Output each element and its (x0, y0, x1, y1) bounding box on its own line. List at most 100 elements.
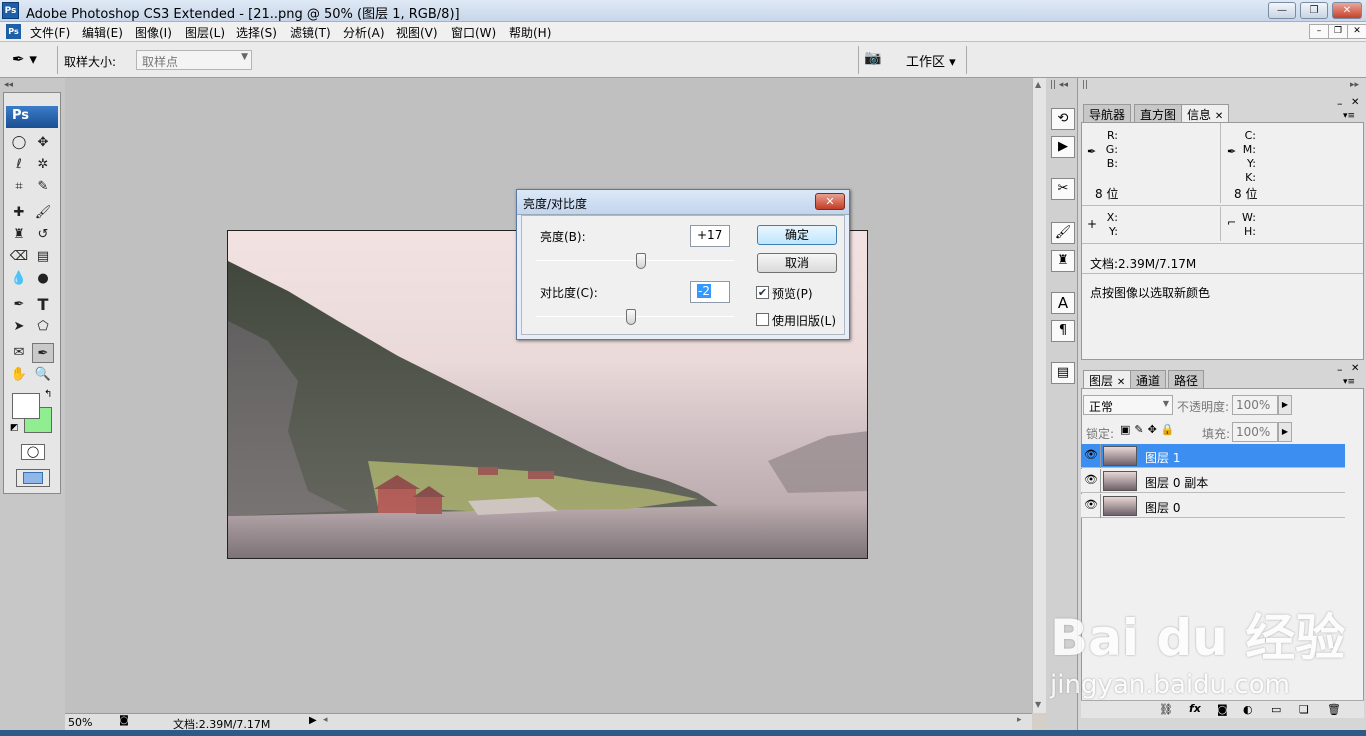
menu-layer[interactable]: 图层(L) (185, 24, 225, 41)
scroll-right-icon[interactable]: ▸ (1017, 715, 1022, 725)
history-panel-icon[interactable]: ⟲ (1051, 108, 1075, 130)
brush-tool-icon[interactable]: 🖌 (32, 203, 54, 223)
path-selection-tool-icon[interactable]: ➤ (8, 317, 30, 337)
fill-slider-arrow-icon[interactable]: ▶ (1278, 422, 1292, 442)
blend-mode-select[interactable]: 正常 ▼ (1083, 395, 1173, 415)
type-tool-icon[interactable]: T (32, 295, 54, 315)
lasso-tool-icon[interactable]: ℓ (8, 155, 30, 175)
history-brush-tool-icon[interactable]: ↺ (32, 225, 54, 245)
healing-brush-tool-icon[interactable]: ✚ (8, 203, 30, 223)
visibility-eye-icon[interactable]: 👁 (1084, 449, 1098, 461)
menu-edit[interactable]: 编辑(E) (82, 24, 123, 41)
doc-close-button[interactable]: ✕ (1347, 24, 1366, 39)
notes-tool-icon[interactable]: ✉ (8, 343, 30, 363)
eyedropper-tool-preset-icon[interactable]: ✒ ▾ (12, 50, 52, 70)
panel-menu-icon[interactable]: ▾≡ (1343, 111, 1355, 121)
doc-restore-button[interactable]: ❐ (1328, 24, 1348, 39)
panel-minimize-icon[interactable]: – (1337, 363, 1343, 376)
blur-tool-icon[interactable]: 💧 (8, 269, 30, 289)
minimize-button[interactable]: — (1268, 2, 1296, 19)
tab-histogram[interactable]: 直方图 (1134, 104, 1183, 122)
lock-options-icons[interactable]: ▣✎✥🔒 (1120, 423, 1179, 436)
layer-row[interactable]: 👁 图层 0 副本 (1081, 469, 1345, 493)
layer-row[interactable]: 👁 图层 0 (1081, 494, 1345, 518)
dialog-close-button[interactable]: ✕ (815, 193, 845, 210)
close-button[interactable]: ✕ (1332, 2, 1362, 19)
maximize-button[interactable]: ❐ (1300, 2, 1328, 19)
panel-minimize-icon[interactable]: – (1337, 97, 1343, 110)
marquee-tool-icon[interactable]: ◯ (8, 133, 30, 153)
panel-grip-icon[interactable]: || (1082, 80, 1088, 90)
hand-tool-icon[interactable]: ✋ (8, 365, 30, 385)
brightness-slider-thumb[interactable] (635, 253, 646, 269)
doc-minimize-button[interactable]: – (1309, 24, 1329, 39)
gradient-tool-icon[interactable]: ▤ (32, 247, 54, 267)
eraser-tool-icon[interactable]: ⌫ (8, 247, 30, 267)
contrast-slider-thumb[interactable] (626, 309, 637, 325)
menu-filter[interactable]: 滤镜(T) (290, 24, 331, 41)
brushes-panel-icon[interactable]: 🖌 (1051, 222, 1075, 244)
tab-info[interactable]: 信息 ✕ (1181, 104, 1230, 122)
scroll-up-icon[interactable]: ▲ (1035, 80, 1041, 89)
actions-panel-icon[interactable]: ▶ (1051, 136, 1075, 158)
tool-presets-panel-icon[interactable]: ✂ (1051, 178, 1075, 200)
ok-button[interactable]: 确定 (757, 225, 837, 245)
panel-close-icon[interactable]: ✕ (1351, 363, 1359, 374)
menu-view[interactable]: 视图(V) (396, 24, 438, 41)
legacy-checkbox[interactable] (756, 313, 769, 326)
menu-window[interactable]: 窗口(W) (451, 24, 496, 41)
tab-navigator[interactable]: 导航器 (1083, 104, 1132, 122)
visibility-eye-icon[interactable]: 👁 (1084, 474, 1098, 486)
zoom-level[interactable]: 50% (68, 716, 92, 729)
bridge-icon[interactable]: 📷 (864, 50, 888, 70)
foreground-color-swatch[interactable] (12, 393, 40, 419)
swap-colors-icon[interactable]: ↰ (44, 389, 52, 400)
menu-analysis[interactable]: 分析(A) (343, 24, 385, 41)
crop-tool-icon[interactable]: ⌗ (8, 177, 30, 197)
quick-mask-icon[interactable]: ◯ (21, 444, 45, 460)
layer-row[interactable]: 👁 图层 1 (1081, 444, 1345, 468)
sample-size-select[interactable]: 取样点 ▼ (136, 50, 252, 70)
menu-image[interactable]: 图像(I) (135, 24, 172, 41)
zoom-tool-icon[interactable]: 🔍 (32, 365, 54, 385)
canvas-vertical-scrollbar[interactable]: ▲ ▼ (1032, 78, 1046, 713)
close-tab-icon[interactable]: ✕ (1117, 377, 1125, 388)
shape-tool-icon[interactable]: ⬠ (32, 317, 54, 337)
preview-checkbox[interactable]: ✔ (756, 286, 769, 299)
move-tool-icon[interactable]: ✥ (32, 133, 54, 153)
contrast-input[interactable]: -2 (690, 281, 730, 303)
fill-input[interactable]: 100% (1232, 422, 1278, 442)
panel-close-icon[interactable]: ✕ (1351, 97, 1359, 108)
panel-menu-icon[interactable]: ▾≡ (1343, 377, 1355, 387)
magic-wand-tool-icon[interactable]: ✲ (32, 155, 54, 175)
tab-layers[interactable]: 图层 ✕ (1083, 370, 1132, 388)
pen-tool-icon[interactable]: ✒ (8, 295, 30, 315)
layer-comps-panel-icon[interactable]: ▤ (1051, 362, 1075, 384)
status-menu-icon[interactable]: ◙ (117, 715, 131, 729)
collapse-arrows-icon[interactable]: ◂◂ (4, 80, 13, 90)
cancel-button[interactable]: 取消 (757, 253, 837, 273)
slice-tool-icon[interactable]: ✎ (32, 177, 54, 197)
scroll-left-icon[interactable]: ◂ (323, 715, 328, 725)
scroll-down-icon[interactable]: ▼ (1035, 700, 1041, 709)
tab-channels[interactable]: 通道 (1130, 370, 1167, 388)
clone-source-panel-icon[interactable]: ♜ (1051, 250, 1075, 272)
workspace-menu[interactable]: 工作区 ▾ (906, 51, 956, 70)
default-colors-icon[interactable]: ◩ (10, 423, 19, 433)
screen-mode-icon[interactable] (16, 469, 50, 487)
menu-select[interactable]: 选择(S) (236, 24, 277, 41)
visibility-eye-icon[interactable]: 👁 (1084, 499, 1098, 511)
opacity-input[interactable]: 100% (1232, 395, 1278, 415)
clone-stamp-tool-icon[interactable]: ♜ (8, 225, 30, 245)
menu-file[interactable]: 文件(F) (30, 24, 70, 41)
brightness-input[interactable]: +17 (690, 225, 730, 247)
character-panel-icon[interactable]: A (1051, 292, 1075, 314)
opacity-slider-arrow-icon[interactable]: ▶ (1278, 395, 1292, 415)
status-arrow-icon[interactable]: ▶ (309, 715, 317, 726)
close-tab-icon[interactable]: ✕ (1215, 111, 1223, 122)
dodge-tool-icon[interactable]: ● (32, 269, 54, 289)
dock-grip-icon[interactable]: || ◂◂ (1050, 80, 1068, 90)
menu-help[interactable]: 帮助(H) (509, 24, 551, 41)
panel-expand-icon[interactable]: ▸▸ (1350, 80, 1359, 90)
tab-paths[interactable]: 路径 (1168, 370, 1205, 388)
